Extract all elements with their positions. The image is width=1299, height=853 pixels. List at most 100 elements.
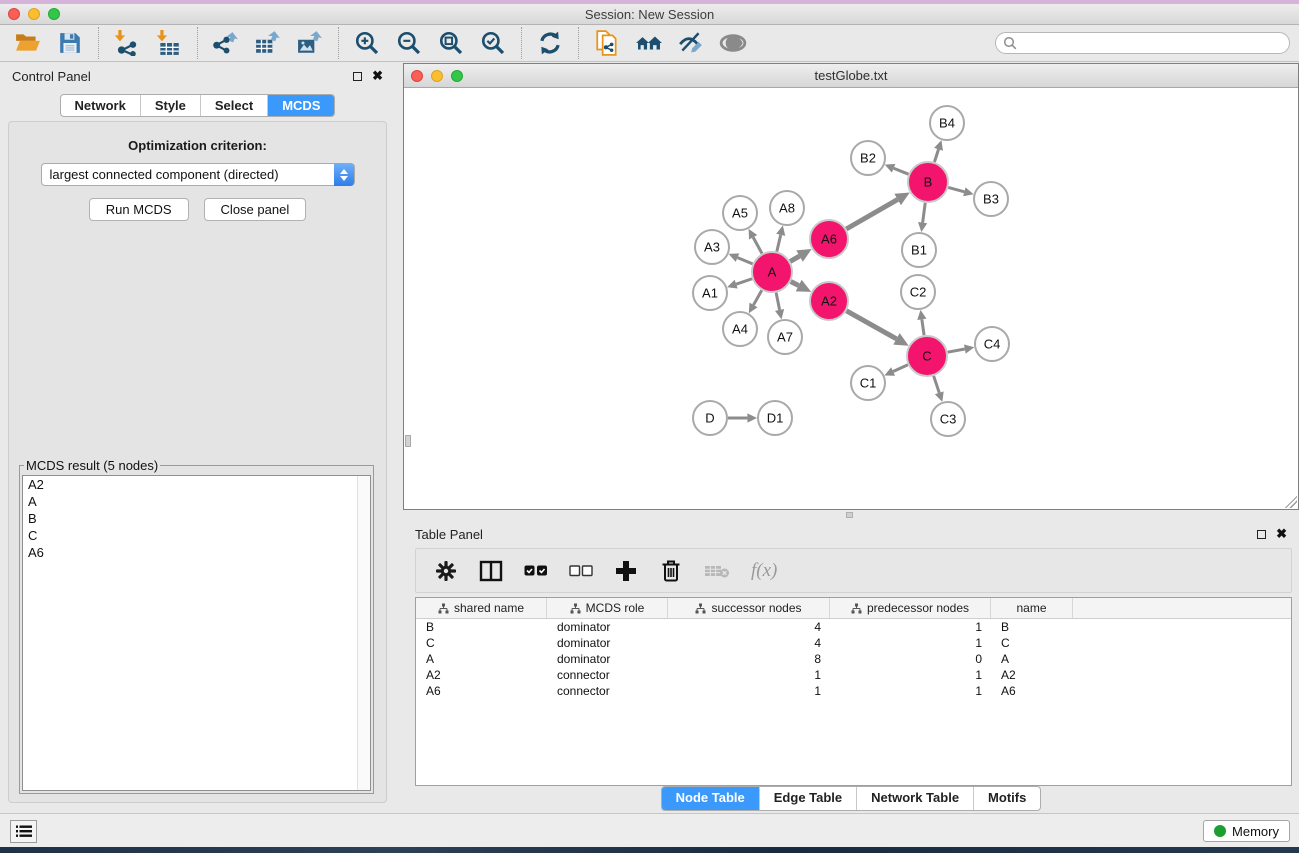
table-cell[interactable]: 1 xyxy=(830,667,991,683)
memory-button[interactable]: Memory xyxy=(1203,820,1290,842)
table-cell[interactable]: 0 xyxy=(830,651,991,667)
column-manager-icon[interactable] xyxy=(479,558,503,584)
table-cell[interactable]: C xyxy=(416,635,547,651)
network-canvas[interactable]: AA1A3A4A5A7A8A6A2BB1B2B3B4CC1C2C3C4DD1 xyxy=(404,89,1298,509)
import-table-icon[interactable] xyxy=(155,29,183,57)
close-panel-icon[interactable]: ✖ xyxy=(372,71,383,81)
deselect-all-icon[interactable] xyxy=(569,558,593,584)
zoom-fit-icon[interactable] xyxy=(437,29,465,57)
edge-C-C4[interactable] xyxy=(948,349,965,352)
table-cell[interactable]: dominator xyxy=(547,619,668,635)
edge-C-C1[interactable] xyxy=(893,365,908,372)
float-table-panel-icon[interactable] xyxy=(1257,530,1266,539)
task-history-icon[interactable] xyxy=(10,820,37,843)
table-cell[interactable]: 8 xyxy=(668,651,830,667)
zoom-selected-icon[interactable] xyxy=(479,29,507,57)
edge-A2-C[interactable] xyxy=(846,311,896,339)
show-graphics-details-icon[interactable] xyxy=(719,29,747,57)
tab-motifs[interactable]: Motifs xyxy=(973,787,1040,810)
table-cell[interactable]: 4 xyxy=(668,635,830,651)
tab-network[interactable]: Network xyxy=(61,95,140,116)
edge-A-A3[interactable] xyxy=(737,258,752,264)
tab-select[interactable]: Select xyxy=(200,95,267,116)
network-window-titlebar[interactable]: testGlobe.txt xyxy=(404,64,1298,88)
table-options-gear-icon[interactable] xyxy=(434,558,458,584)
criterion-dropdown[interactable]: largest connected component (directed) xyxy=(41,163,355,186)
open-session-icon[interactable] xyxy=(14,29,42,57)
tab-node-table[interactable]: Node Table xyxy=(662,787,759,810)
tab-edge-table[interactable]: Edge Table xyxy=(759,787,856,810)
table-cell[interactable]: A2 xyxy=(416,667,547,683)
table-cell[interactable]: connector xyxy=(547,683,668,699)
table-row[interactable]: Bdominator41B xyxy=(416,619,1291,635)
table-cell[interactable]: 4 xyxy=(668,619,830,635)
import-network-icon[interactable] xyxy=(113,29,141,57)
delete-columns-icon[interactable] xyxy=(659,558,683,584)
table-cell[interactable]: B xyxy=(991,619,1073,635)
network-minimize-button[interactable] xyxy=(431,70,443,82)
table-row[interactable]: A6connector11A6 xyxy=(416,683,1291,699)
edge-A-A2[interactable] xyxy=(791,282,799,286)
export-table-icon[interactable] xyxy=(254,29,282,57)
save-session-icon[interactable] xyxy=(56,29,84,57)
edge-B-B2[interactable] xyxy=(894,168,909,174)
zoom-out-icon[interactable] xyxy=(395,29,423,57)
delete-table-icon[interactable] xyxy=(704,558,730,584)
export-network-icon[interactable] xyxy=(212,29,240,57)
close-panel-button[interactable]: Close panel xyxy=(204,198,307,221)
window-resize-grip[interactable] xyxy=(1285,496,1297,508)
duplicate-network-icon[interactable] xyxy=(593,29,621,57)
tab-style[interactable]: Style xyxy=(140,95,200,116)
edge-A-A8[interactable] xyxy=(777,235,781,252)
close-table-panel-icon[interactable]: ✖ xyxy=(1276,529,1287,539)
hide-annotations-icon[interactable] xyxy=(677,29,705,57)
network-close-button[interactable] xyxy=(411,70,423,82)
tab-network-table[interactable]: Network Table xyxy=(856,787,973,810)
mcds-result-list[interactable]: A2ABCA6 xyxy=(22,475,371,791)
column-header-name[interactable]: name xyxy=(991,598,1073,618)
edge-A-A4[interactable] xyxy=(754,290,762,305)
table-cell[interactable]: B xyxy=(416,619,547,635)
edge-A-A5[interactable] xyxy=(753,237,762,253)
table-cell[interactable]: 1 xyxy=(830,619,991,635)
network-zoom-button[interactable] xyxy=(451,70,463,82)
node-table[interactable]: shared nameMCDS rolesuccessor nodesprede… xyxy=(415,597,1292,786)
edge-A6-B[interactable] xyxy=(846,199,897,229)
table-cell[interactable]: A6 xyxy=(991,683,1073,699)
edge-C-C3[interactable] xyxy=(934,376,940,393)
create-column-icon[interactable] xyxy=(614,558,638,584)
function-builder-icon[interactable]: f(x) xyxy=(751,558,777,584)
result-list-item[interactable]: A6 xyxy=(23,544,370,561)
table-cell[interactable]: C xyxy=(991,635,1073,651)
edge-A-A1[interactable] xyxy=(736,279,752,284)
run-mcds-button[interactable]: Run MCDS xyxy=(89,198,189,221)
table-cell[interactable]: A2 xyxy=(991,667,1073,683)
search-input[interactable] xyxy=(995,32,1290,54)
export-image-icon[interactable] xyxy=(296,29,324,57)
table-row[interactable]: Adominator80A xyxy=(416,651,1291,667)
table-row[interactable]: A2connector11A2 xyxy=(416,667,1291,683)
table-row[interactable]: Cdominator41C xyxy=(416,635,1291,651)
edge-B-B3[interactable] xyxy=(948,187,964,191)
edge-A-A7[interactable] xyxy=(776,293,779,310)
column-header-successor-nodes[interactable]: successor nodes xyxy=(668,598,830,618)
result-list-item[interactable]: A2 xyxy=(23,476,370,493)
result-list-scrollbar[interactable] xyxy=(357,476,370,790)
table-cell[interactable]: 1 xyxy=(830,683,991,699)
column-header-MCDS-role[interactable]: MCDS role xyxy=(547,598,668,618)
zoom-window-button[interactable] xyxy=(48,8,60,20)
edge-B-B1[interactable] xyxy=(923,203,926,223)
edge-A-A6[interactable] xyxy=(790,256,799,261)
show-all-networks-icon[interactable] xyxy=(635,29,663,57)
table-cell[interactable]: 1 xyxy=(830,635,991,651)
table-cell[interactable]: 1 xyxy=(668,683,830,699)
table-cell[interactable]: dominator xyxy=(547,635,668,651)
table-cell[interactable]: A xyxy=(416,651,547,667)
result-list-item[interactable]: A xyxy=(23,493,370,510)
select-all-check-icon[interactable] xyxy=(524,558,548,584)
table-cell[interactable]: dominator xyxy=(547,651,668,667)
edge-B-B4[interactable] xyxy=(934,149,938,162)
tab-mcds[interactable]: MCDS xyxy=(267,95,334,116)
split-pane-divider[interactable] xyxy=(846,512,853,518)
table-cell[interactable]: connector xyxy=(547,667,668,683)
